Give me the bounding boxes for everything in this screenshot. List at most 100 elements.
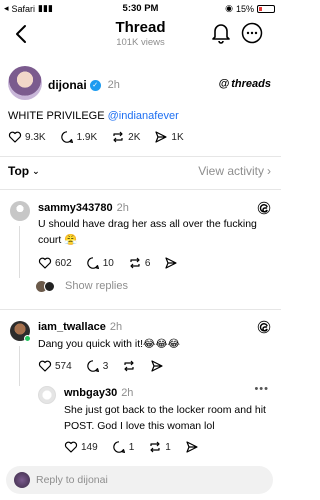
thread-line	[19, 226, 20, 278]
reply-composer[interactable]	[6, 466, 273, 494]
repost-button[interactable]: 1	[148, 440, 171, 454]
verified-badge-icon: ✓	[89, 79, 101, 91]
view-activity-label: View activity	[198, 164, 264, 178]
heart-icon	[38, 257, 52, 269]
threads-brand: @ threads	[219, 78, 271, 90]
send-icon	[155, 131, 167, 143]
reply-item: iam_twallace 2h Dang you quick with it!😂😂…	[0, 318, 281, 386]
more-options-icon[interactable]	[241, 22, 263, 44]
repost-button[interactable]: 6	[128, 256, 151, 270]
reply-item: sammy343780 2h U should have drag her ass…	[0, 198, 281, 304]
repost-icon	[150, 441, 160, 453]
sort-top-dropdown[interactable]: Top ⌄	[8, 164, 40, 178]
comment-count: 1	[128, 441, 135, 453]
comment-icon	[60, 131, 73, 143]
battery-percent: 15%	[235, 3, 254, 14]
comment-button[interactable]: 1	[112, 440, 135, 454]
avatar[interactable]	[38, 386, 56, 404]
bell-icon[interactable]	[211, 22, 231, 44]
reply-author: wnbgay30 2h	[64, 387, 133, 399]
repost-icon	[113, 131, 123, 143]
post-actions: 9.3K 1.9K 2K 1K	[8, 130, 184, 144]
repost-button[interactable]: 2K	[111, 130, 140, 144]
reply-username[interactable]: sammy343780	[38, 202, 113, 214]
share-button[interactable]	[164, 256, 178, 270]
reply-input[interactable]	[36, 472, 256, 488]
post-time: 2h	[107, 79, 120, 91]
like-button[interactable]: 574	[38, 359, 72, 373]
reply-time: 2h	[116, 202, 129, 214]
heart-icon	[64, 441, 78, 453]
heart-icon	[38, 360, 52, 372]
comment-button[interactable]: 1.9K	[60, 130, 98, 144]
view-count: 101K views	[116, 37, 165, 48]
send-icon	[151, 360, 163, 372]
share-button[interactable]	[185, 440, 199, 454]
nested-reply-item: wnbgay30 2h ••• She just got back to the …	[0, 383, 281, 460]
share-button[interactable]	[150, 359, 164, 373]
lock-rotation-icon: ◉	[225, 3, 233, 13]
show-replies-label: Show replies	[65, 280, 128, 292]
repost-count: 2K	[128, 131, 141, 143]
threads-logo-icon[interactable]	[257, 320, 271, 334]
reply-time: 2h	[121, 387, 134, 399]
repost-count: 1	[165, 441, 171, 453]
threads-brand-label: threads	[231, 78, 271, 90]
chevron-right-icon: ›	[267, 164, 271, 178]
reply-username[interactable]: iam_twallace	[38, 321, 106, 333]
avatar[interactable]	[10, 201, 30, 221]
comment-button[interactable]: 3	[86, 359, 109, 373]
reply-author: sammy343780 2h	[38, 202, 129, 214]
thread-line	[19, 346, 20, 386]
post-body: WHITE PRIVILEGE	[8, 110, 105, 122]
reply-time: 2h	[109, 321, 123, 333]
chevron-down-icon: ⌄	[32, 165, 40, 176]
reply-actions: 602 10 6	[38, 256, 178, 270]
view-activity-link[interactable]: View activity ›	[198, 164, 271, 178]
comment-button[interactable]: 10	[86, 256, 114, 270]
show-replies-link[interactable]: Show replies	[36, 280, 128, 292]
post-text: WHITE PRIVILEGE @indianafever	[8, 110, 179, 122]
comment-count: 10	[102, 257, 114, 269]
avatar	[14, 472, 30, 488]
thread-header: Thread 101K views	[0, 16, 281, 60]
comment-icon	[86, 360, 99, 372]
like-button[interactable]: 149	[64, 440, 98, 454]
page-title: Thread	[115, 19, 166, 36]
reply-username[interactable]: wnbgay30	[64, 387, 117, 399]
avatar	[44, 280, 55, 292]
status-right: ◉ 15%	[225, 3, 275, 14]
reply-author: iam_twallace 2h	[38, 321, 122, 333]
comment-count: 1.9K	[76, 131, 98, 143]
divider	[0, 156, 281, 157]
divider	[0, 189, 281, 190]
reply-text: U should have drag her ass all over the …	[38, 218, 257, 246]
share-count: 1K	[171, 131, 184, 143]
like-button[interactable]: 9.3K	[8, 130, 46, 144]
post-author: dijonai ✓ 2h	[48, 78, 120, 92]
divider	[0, 309, 281, 310]
mini-avatars	[36, 280, 55, 292]
like-button[interactable]: 602	[38, 256, 72, 270]
repost-icon	[124, 360, 134, 372]
repost-button[interactable]	[122, 359, 136, 373]
avatar[interactable]	[8, 66, 42, 100]
more-options-icon[interactable]: •••	[254, 383, 269, 395]
like-count: 149	[81, 441, 98, 453]
send-icon	[165, 257, 177, 269]
comment-icon	[86, 257, 99, 269]
post-mention-link[interactable]: @indianafever	[108, 110, 179, 122]
repost-count: 6	[144, 257, 151, 269]
reply-text: Dang you quick with it!😂😂😂	[38, 338, 180, 350]
share-button[interactable]: 1K	[154, 130, 184, 144]
sort-bar: Top ⌄ View activity ›	[0, 164, 281, 182]
like-count: 9.3K	[25, 131, 46, 143]
post-username[interactable]: dijonai	[48, 78, 87, 92]
heart-icon	[8, 131, 22, 143]
comment-count: 3	[102, 360, 109, 372]
threads-logo-icon[interactable]	[257, 201, 271, 215]
repost-icon	[130, 257, 140, 269]
comment-icon	[112, 441, 125, 453]
send-icon	[186, 441, 198, 453]
online-dot-icon	[24, 335, 31, 342]
